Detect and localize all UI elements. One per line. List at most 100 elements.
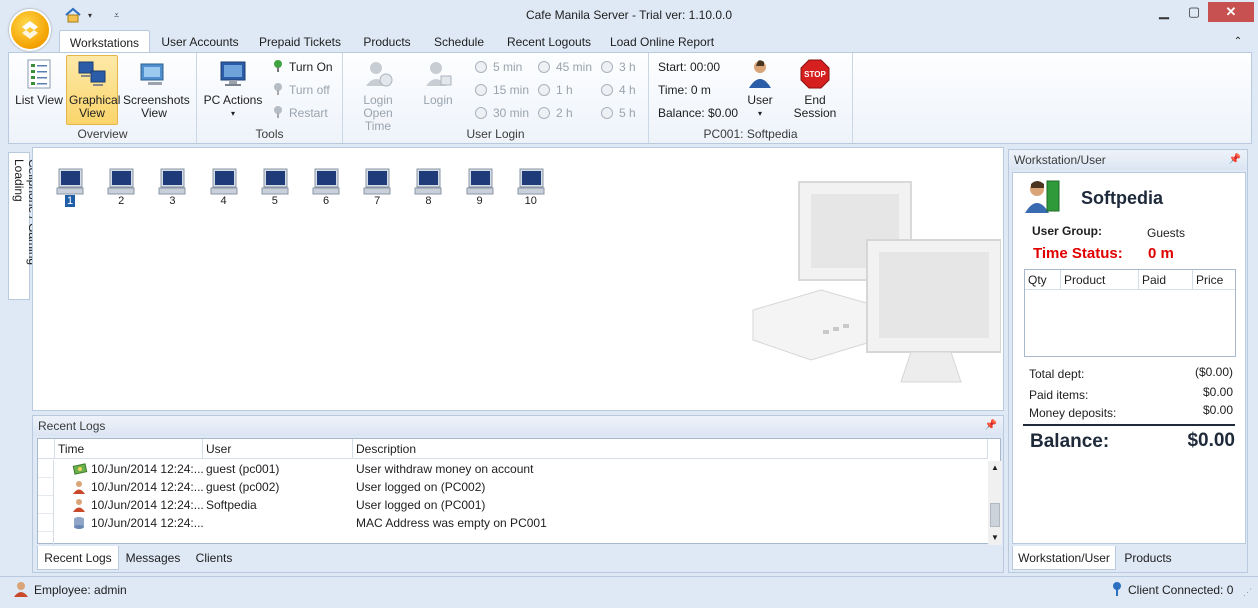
row-selector[interactable] — [38, 460, 54, 478]
pc-actions-button[interactable]: PC Actions ▾ — [203, 56, 263, 124]
tab-recent-logs[interactable]: Recent Logs — [37, 546, 119, 570]
login-5-min-button[interactable]: 5 min — [475, 57, 522, 77]
tab-products-panel[interactable]: Products — [1116, 546, 1180, 570]
session-balance: Balance: $0.00 — [658, 106, 739, 120]
scroll-up-icon[interactable]: ▲ — [988, 461, 1002, 475]
client-connection-icon — [1113, 582, 1121, 596]
login-3-h-button[interactable]: 3 h — [601, 57, 636, 77]
list-view-button[interactable]: List View — [13, 56, 65, 124]
restart-icon — [273, 105, 283, 118]
workstation-8[interactable]: 8 — [408, 168, 448, 207]
login-15-min-button[interactable]: 15 min — [475, 80, 529, 100]
workstation-10[interactable]: 10 — [511, 168, 551, 207]
tab-messages[interactable]: Messages — [119, 546, 187, 570]
tab-products[interactable]: Products — [356, 30, 418, 52]
workstation-2[interactable]: 2 — [101, 168, 141, 207]
logs-scrollbar[interactable]: ▲ ▼ — [988, 461, 1002, 545]
tab-workstations[interactable]: Workstations — [59, 30, 150, 52]
minimize-button[interactable]: ▁ — [1150, 2, 1178, 22]
session-start: Start: 00:00 — [658, 60, 721, 74]
table-row[interactable]: 10/Jun/2014 12:24:... guest (pc001) User w… — [38, 460, 986, 481]
resize-grip-icon[interactable]: ⋰ — [1243, 587, 1252, 598]
column-header-description[interactable]: Description — [353, 439, 988, 459]
log-description: MAC Address was empty on PC001 — [356, 516, 547, 530]
group-label-user-login: User Login — [466, 127, 525, 141]
products-table: Qty Product Paid Price — [1024, 269, 1236, 357]
tab-user-accounts[interactable]: User Accounts — [155, 30, 245, 52]
login-1-h-button[interactable]: 1 h — [538, 80, 573, 100]
group-label-session: PC001: Softpedia — [703, 127, 798, 141]
login-30-min-button[interactable]: 30 min — [475, 103, 529, 123]
list-view-icon — [27, 59, 51, 89]
close-button[interactable]: ✕ — [1208, 2, 1254, 22]
collapse-ribbon-icon[interactable]: ⌃ — [1228, 30, 1248, 52]
workstation-7[interactable]: 7 — [357, 168, 397, 207]
tab-workstation-user[interactable]: Workstation/User — [1012, 546, 1116, 570]
monitor-icon — [261, 168, 289, 195]
graphical-view-button[interactable]: Graphical View — [66, 55, 120, 125]
login-button[interactable]: Login — [415, 56, 461, 124]
turn-on-button[interactable]: Turn On — [273, 57, 333, 77]
time-status-label: Time Status: — [1033, 245, 1123, 262]
login-2-h-button[interactable]: 2 h — [538, 103, 573, 123]
login-open-time-button[interactable]: Login Open Time — [347, 56, 409, 133]
restart-button[interactable]: Restart — [273, 103, 328, 123]
column-header-qty[interactable]: Qty — [1025, 270, 1061, 290]
table-row[interactable]: 10/Jun/2014 12:24:... MAC Address was emp… — [38, 514, 986, 535]
workstation-3[interactable]: 3 — [152, 168, 192, 207]
login-45-min-button[interactable]: 45 min — [538, 57, 592, 77]
user-button[interactable]: User ▾ — [743, 56, 777, 124]
workstation-5[interactable]: 5 — [255, 168, 295, 207]
login-5-h-button[interactable]: 5 h — [601, 103, 636, 123]
workstation-4[interactable]: 4 — [204, 168, 244, 207]
balance-value: $0.00 — [1187, 430, 1235, 451]
workstation-label: 6 — [322, 195, 330, 207]
pin-icon[interactable]: 📌 — [1229, 154, 1241, 165]
tab-schedule[interactable]: Schedule — [428, 30, 490, 52]
column-header-paid[interactable]: Paid — [1139, 270, 1193, 290]
time-status-value: 0 m — [1148, 245, 1174, 262]
log-description: User withdraw money on account — [356, 462, 534, 476]
group-tools: PC Actions ▾ Turn On Turn off Restart To… — [197, 53, 343, 143]
maximize-button[interactable]: ▢ — [1180, 2, 1208, 22]
login-4-h-button[interactable]: 4 h — [601, 80, 636, 100]
ribbon-tabs: Workstations User Accounts Prepaid Ticke… — [0, 30, 1258, 52]
table-row[interactable]: 10/Jun/2014 12:24:... Softpedia User logge… — [38, 496, 986, 517]
scroll-thumb[interactable] — [990, 503, 1000, 527]
app-menu-button[interactable] — [9, 9, 51, 51]
tab-prepaid-tickets[interactable]: Prepaid Tickets — [254, 30, 346, 52]
tab-clients[interactable]: Clients — [187, 546, 241, 570]
pin-icon[interactable]: 📌 — [985, 420, 997, 431]
user-lock-icon — [426, 62, 452, 86]
column-header-user[interactable]: User — [203, 439, 353, 459]
clock-icon — [601, 107, 613, 119]
side-tab-cellphone-gaming[interactable]: Cellphone / Gaming Loading — [8, 152, 40, 300]
clock-icon — [538, 84, 550, 96]
row-selector[interactable] — [38, 478, 54, 496]
workstation-label: 9 — [476, 195, 483, 207]
tab-load-online-report[interactable]: Load Online Report — [606, 30, 718, 52]
turn-off-button[interactable]: Turn off — [273, 80, 330, 100]
table-row[interactable]: 10/Jun/2014 12:24:... guest (pc002) User l… — [38, 478, 986, 499]
user-group-label: User Group: — [1032, 224, 1103, 238]
workstation-label: 1 — [64, 195, 76, 207]
paid-items-label: Paid items: — [1029, 388, 1089, 402]
column-header-product[interactable]: Product — [1061, 270, 1139, 290]
row-selector[interactable] — [38, 514, 54, 532]
end-session-button[interactable]: STOP End Session — [783, 56, 847, 124]
tab-recent-logouts[interactable]: Recent Logouts — [502, 30, 596, 52]
scroll-down-icon[interactable]: ▼ — [988, 531, 1002, 545]
workstation-1[interactable]: 1 — [50, 168, 90, 207]
clock-icon — [538, 107, 550, 119]
user-profile-icon — [1025, 180, 1060, 213]
log-user: Softpedia — [206, 498, 257, 512]
stop-icon-text: STOP — [804, 70, 826, 79]
workstation-9[interactable]: 9 — [460, 168, 500, 207]
screenshots-view-button[interactable]: Screenshots View — [121, 56, 190, 124]
workstation-user-panel: Workstation/User 📌 Softpedia User Group:… — [1008, 149, 1248, 573]
column-header-price[interactable]: Price — [1193, 270, 1235, 290]
column-header-time[interactable]: Time — [55, 439, 203, 459]
workstation-6[interactable]: 6 — [306, 168, 346, 207]
workstation-label: 5 — [271, 195, 278, 207]
row-selector[interactable] — [38, 496, 54, 514]
